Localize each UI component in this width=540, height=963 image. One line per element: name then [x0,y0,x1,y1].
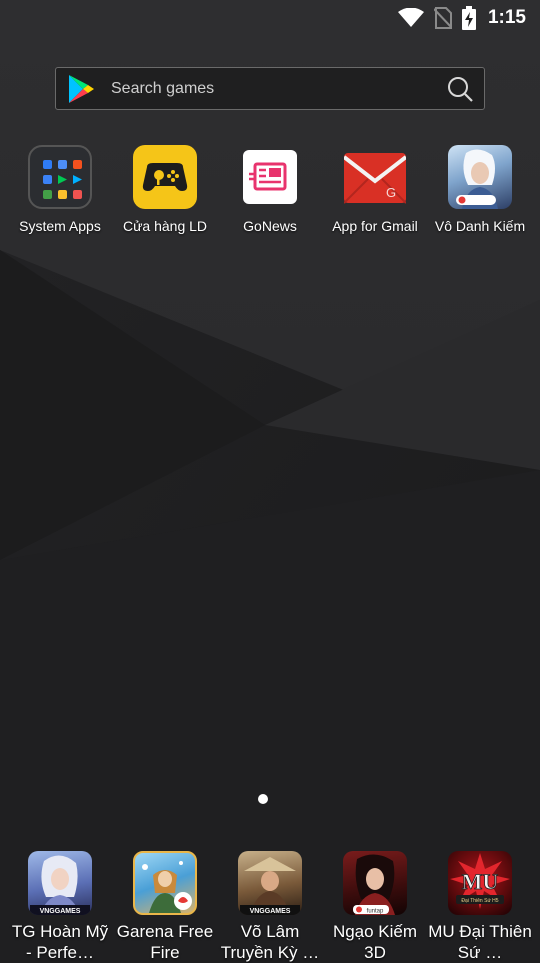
game-portrait-icon: VNGGAMES [238,851,302,915]
app-mu-dai-thien-su[interactable]: MU Đại Thiên Sứ H5 MU Đại Thiên Sứ … [427,851,533,963]
app-label: MU Đại Thiên Sứ … [428,922,532,962]
app-tg-hoan-my[interactable]: VNGGAMES TG Hoàn Mỹ - Perfe… [7,851,113,963]
app-ld-store[interactable]: Cửa hàng LD [112,145,218,234]
svg-text:G: G [386,185,396,200]
app-label: Võ Lâm Truyền Kỳ … [220,922,320,962]
app-garena-free-fire[interactable]: Garena Free Fire [112,851,218,963]
wifi-icon [397,8,424,28]
app-label: Garena Free Fire [116,922,214,962]
game-portrait-icon [448,145,512,209]
app-label: Ngạo Kiếm 3D [332,922,418,962]
game-portrait-icon [133,851,197,915]
badge-text: VNGGAMES [250,908,291,915]
gamepad-store-icon [133,145,197,209]
app-gonews[interactable]: GoNews [217,145,323,234]
page-indicator-dot [258,794,268,804]
badge-text: Đại Thiên Sứ H5 [461,898,498,904]
badge-text: funtap [367,909,384,915]
app-label: Vô Danh Kiếm [434,218,526,234]
search-icon[interactable] [446,75,474,103]
app-label: TG Hoàn Mỹ - Perfe… [11,922,109,962]
app-label: App for Gmail [332,218,418,234]
wallpaper [0,0,540,960]
gmail-icon: G [344,147,406,209]
app-ngao-kiem-3d[interactable]: funtap Ngạo Kiếm 3D [322,851,428,963]
status-clock: 1:15 [487,7,526,28]
app-system-apps[interactable]: System Apps [7,145,113,234]
svg-text:MU: MU [462,869,499,894]
game-logo-icon: MU Đại Thiên Sứ H5 [448,851,512,915]
battery-charging-icon [461,6,476,30]
app-label: Cửa hàng LD [122,218,208,234]
app-label: GoNews [243,218,297,234]
status-bar: 1:15 [0,0,540,36]
search-input[interactable] [109,78,446,99]
play-store-icon [67,74,95,104]
app-vo-danh-kiem[interactable]: Vô Danh Kiếm [427,145,533,234]
app-label: System Apps [19,218,101,234]
game-portrait-icon: funtap [343,851,407,915]
app-vo-lam-truyen-ky[interactable]: VNGGAMES Võ Lâm Truyền Kỳ … [217,851,323,963]
folder-icon [28,145,92,209]
news-icon [243,150,297,204]
badge-text: VNGGAMES [40,908,81,915]
game-portrait-icon: VNGGAMES [28,851,92,915]
search-bar[interactable] [55,67,485,110]
app-gmail[interactable]: G App for Gmail [322,145,428,234]
no-sim-icon [433,7,452,29]
